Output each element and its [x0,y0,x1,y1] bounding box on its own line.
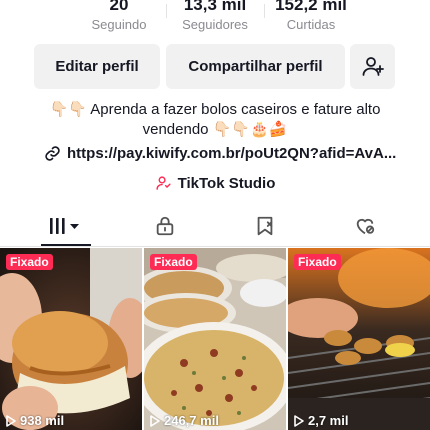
view-count: 938 mil [6,413,64,428]
tab-private[interactable] [145,206,185,246]
video-thumbnail[interactable]: Fixado 246,7 mil [144,248,286,430]
add-friend-button[interactable] [350,44,395,89]
profile-bio: 👇🏻👇🏻 Aprenda a fazer bolos caseiros e fa… [20,100,410,140]
tiktok-studio-link[interactable]: TikTok Studio [0,175,430,192]
tab-videos[interactable] [41,206,91,246]
followers-stat[interactable]: 13,3 mil Seguidores [166,0,264,34]
profile-stats: 20 Seguindo 13,3 mil Seguidores 152,2 mi… [0,0,430,40]
profile-tabs [0,206,430,247]
video-grid: Fixado 938 mil Fixado 246,7 mil Fixado 2… [0,248,430,430]
pinned-badge: Fixado [294,254,341,270]
tiktok-studio-label: TikTok Studio [177,175,276,192]
chevron-down-icon [70,224,79,229]
view-count-text: 246,7 mil [164,413,219,428]
video-thumbnail[interactable]: Fixado 938 mil [0,248,142,430]
view-count: 2,7 mil [294,413,348,428]
likes-stat[interactable]: 152,2 mil Curtidas [262,0,360,34]
followers-count: 13,3 mil [183,0,247,14]
studio-person-icon [156,176,171,190]
repost-icon [257,216,273,236]
view-count: 246,7 mil [150,413,219,428]
view-count-text: 2,7 mil [308,413,349,428]
person-plus-icon [362,56,384,76]
following-label: Seguindo [91,17,147,32]
grill-thumbnail-image [288,248,430,430]
tab-reposts[interactable] [245,206,285,246]
edit-profile-button[interactable]: Editar perfil [34,44,160,89]
bio-line-2: vendendo 👇🏻👇🏻🎂🍰 [142,121,288,138]
bio-link-url: https://pay.kiwify.com.br/poUt2QN?afid=A… [67,145,397,162]
following-count: 20 [109,0,129,14]
pinned-badge: Fixado [6,254,53,270]
video-thumbnail[interactable]: Fixado 2,7 mil [288,248,430,430]
following-stat[interactable]: 20 Seguindo [70,0,168,34]
play-icon [6,414,16,427]
active-tab-indicator [41,244,91,246]
pizza-thumbnail-image [144,248,286,430]
followers-label: Seguidores [182,17,248,32]
lock-icon [156,216,174,236]
pinned-badge: Fixado [150,254,197,270]
liked-heart-icon [356,218,375,235]
bio-line-1: 👇🏻👇🏻 Aprenda a fazer bolos caseiros e fa… [49,101,381,118]
play-icon [294,414,304,427]
link-icon [45,146,60,161]
play-icon [150,414,160,427]
share-profile-button[interactable]: Compartilhar perfil [166,44,345,89]
burger-thumbnail-image [0,248,142,430]
tab-liked[interactable] [345,206,385,246]
bio-link[interactable]: https://pay.kiwify.com.br/poUt2QN?afid=A… [44,145,414,162]
likes-count: 152,2 mil [275,0,347,14]
likes-label: Curtidas [286,17,336,32]
videos-grid-icon [50,218,79,234]
view-count-text: 938 mil [20,413,65,428]
